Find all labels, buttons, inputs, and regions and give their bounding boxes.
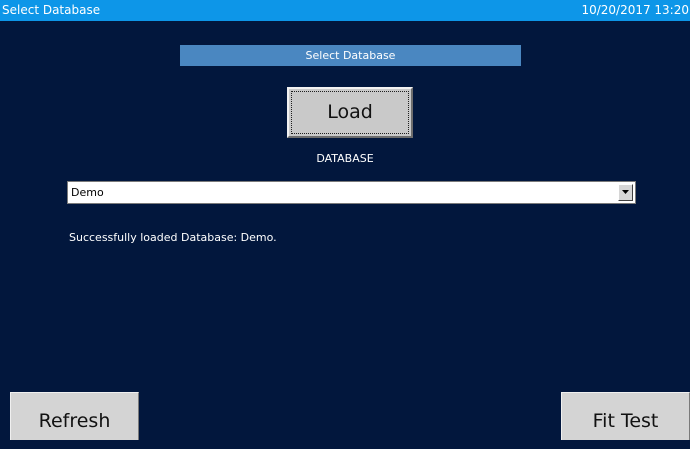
refresh-button[interactable]: Refresh	[10, 392, 139, 440]
load-button[interactable]: Load	[287, 87, 413, 138]
window-title: Select Database	[2, 3, 101, 17]
load-button-label: Load	[327, 101, 373, 123]
datetime-display: 10/20/2017 13:20	[581, 3, 689, 17]
dropdown-arrow-button[interactable]	[618, 184, 633, 201]
database-dropdown[interactable]: Demo	[67, 181, 636, 204]
section-header: Select Database	[180, 45, 521, 66]
status-message: Successfully loaded Database: Demo.	[69, 231, 277, 244]
chevron-down-icon	[622, 190, 629, 194]
title-bar: Select Database 10/20/2017 13:20	[0, 0, 690, 21]
database-label: DATABASE	[316, 152, 374, 165]
database-dropdown-value: Demo	[71, 186, 104, 199]
fit-test-button[interactable]: Fit Test	[561, 392, 690, 440]
